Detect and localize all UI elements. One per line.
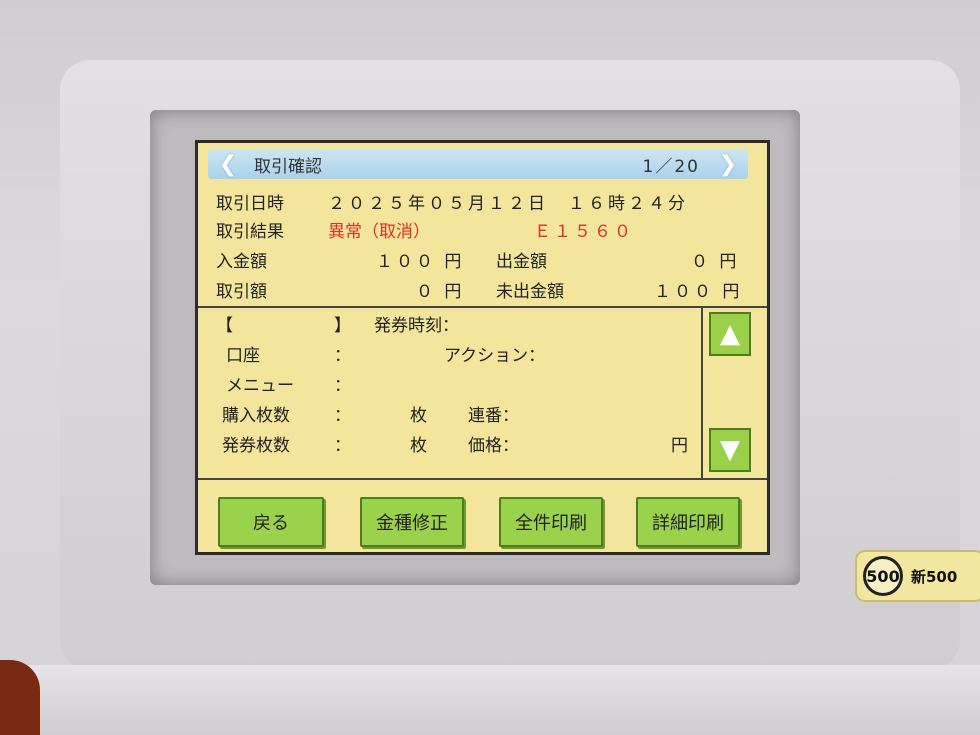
account-colon: ： [334,346,351,366]
coin-sticker: 500 新500 [855,550,980,602]
print-all-button[interactable]: 全件印刷 [499,497,603,547]
scroll-up-button[interactable]: ▲ [709,312,751,356]
issued-count-unit: 枚 [410,436,427,456]
account-label: 口座 [226,346,260,366]
purchase-count-label: 購入枚数 [222,406,290,426]
purchase-count-colon: ： [334,406,351,426]
divider-bottom [198,478,767,480]
print-detail-button[interactable]: 詳細印刷 [636,497,740,547]
denomination-fix-button[interactable]: 金種修正 [360,497,464,547]
coin-sticker-text: 新500 [911,567,958,586]
amount-value: ０ 円 [416,282,465,302]
device-left-edge [0,660,40,735]
bracket-close: 】 [334,316,351,336]
purchase-count-unit: 枚 [410,406,427,426]
issue-time-label: 発券時刻： [374,316,459,336]
unpaid-label: 未出金額 [496,282,564,302]
result-value: 異常（取消） [328,222,430,242]
menu-label: メニュー [226,376,294,396]
price-label: 価格： [468,436,519,456]
price-unit: 円 [671,436,688,456]
menu-colon: ： [334,376,351,396]
scroll-column: ▲ ▼ [701,308,753,478]
deposit-label: 入金額 [216,252,267,272]
page-indicator: 1／20 [642,156,700,177]
unpaid-value: １００ 円 [654,282,743,302]
amount-label: 取引額 [216,282,267,302]
triangle-down-icon: ▼ [720,435,740,465]
page-title: 取引確認 [254,156,322,177]
bracket-open: 【 [216,316,233,336]
serial-label: 連番： [468,406,519,426]
deposit-value: １００ 円 [376,252,465,272]
result-code: Ｅ１５６０ [534,222,634,242]
chevron-right-icon[interactable]: ❯ [708,149,748,179]
action-label: アクション： [444,346,546,366]
scroll-down-button[interactable]: ▼ [709,428,751,472]
coin-500-icon: 500 [863,556,903,596]
divider-top [198,306,767,308]
datetime-label: 取引日時 [216,194,284,214]
issued-count-label: 発券枚数 [222,436,290,456]
chevron-left-icon[interactable]: ❮ [208,149,248,179]
title-bar: ❮ 取引確認 1／20 ❯ [208,149,748,179]
issued-count-colon: ： [334,436,351,456]
touch-screen: ❮ 取引確認 1／20 ❯ 取引日時 ２０２５年０５月１２日 １６時２４分 取引… [195,140,770,555]
triangle-up-icon: ▲ [720,319,740,349]
back-button[interactable]: 戻る [218,497,324,547]
result-label: 取引結果 [216,222,284,242]
withdraw-label: 出金額 [496,252,547,272]
withdraw-value: ０ 円 [691,252,740,272]
device-bottom-strip [0,665,980,735]
datetime-value: ２０２５年０５月１２日 １６時２４分 [328,194,688,214]
